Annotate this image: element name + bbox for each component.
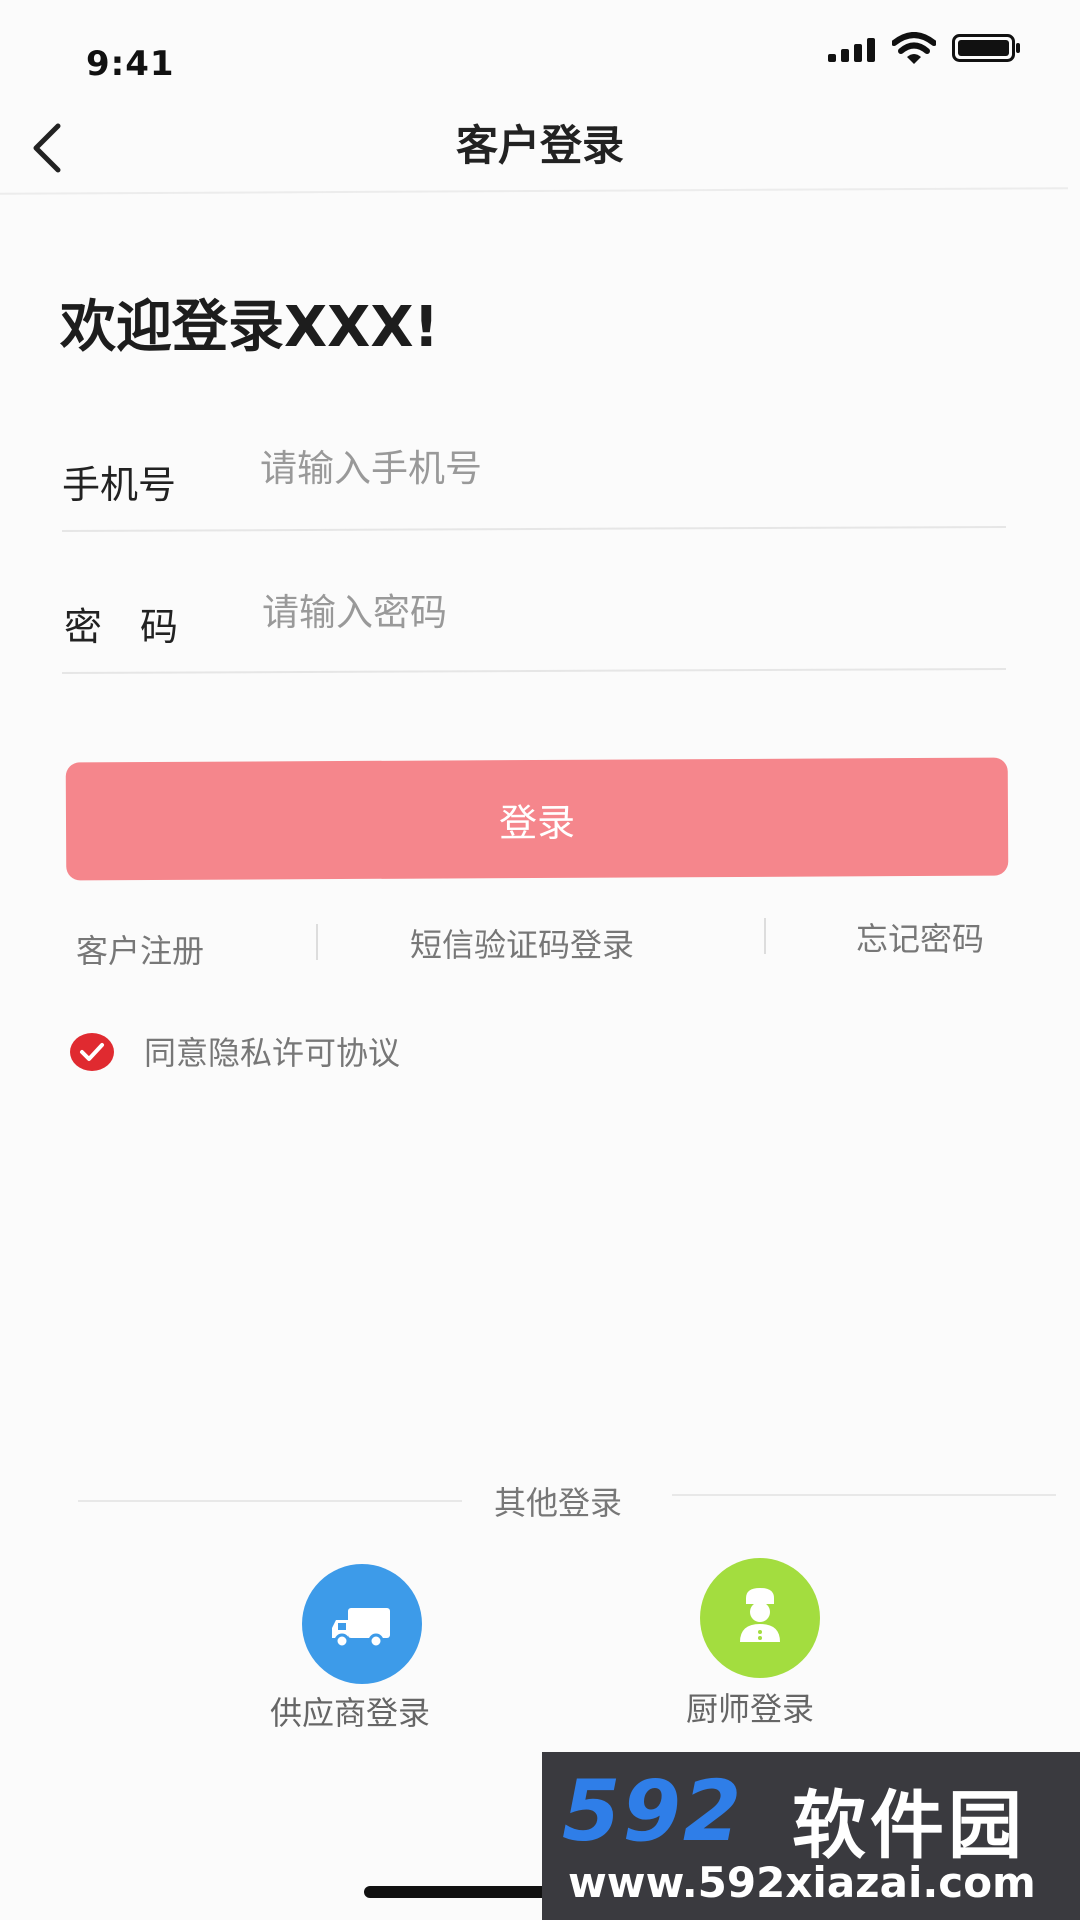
supplier-login-button[interactable] <box>302 1564 422 1684</box>
supplier-login-label[interactable]: 供应商登录 <box>270 1688 430 1734</box>
other-login-title: 其他登录 <box>494 1484 623 1522</box>
watermark-brand-name: 软件园 <box>792 1783 1026 1869</box>
login-button[interactable]: 登录 <box>65 757 1009 881</box>
agreement-text[interactable]: 同意隐私许可协议 <box>144 1028 400 1074</box>
cellular-signal-icon <box>828 38 875 62</box>
phone-input[interactable] <box>258 446 982 491</box>
wifi-icon <box>892 32 936 64</box>
status-time: 9:41 <box>86 44 175 84</box>
nav-divider <box>0 187 1068 195</box>
forgot-password-link[interactable]: 忘记密码 <box>856 914 984 960</box>
chef-login-label[interactable]: 厨师登录 <box>686 1684 814 1730</box>
link-separator <box>764 918 766 954</box>
other-login-divider-right <box>672 1494 1056 1496</box>
password-divider <box>62 667 1006 675</box>
watermark-brand-number: 592 <box>562 1762 744 1860</box>
other-login-divider-left <box>78 1500 462 1502</box>
checkbox-checked-icon[interactable] <box>70 1032 114 1072</box>
watermark-url: www.592xiazai.com <box>568 1858 1036 1907</box>
truck-icon <box>332 1608 390 1649</box>
link-separator <box>316 924 318 960</box>
password-label: 密 码 <box>64 605 179 649</box>
register-link[interactable]: 客户注册 <box>76 926 204 972</box>
page-title: 客户登录 <box>455 121 624 170</box>
sms-login-link[interactable]: 短信验证码登录 <box>410 920 634 966</box>
watermark-banner: 592 软件园 www.592xiazai.com <box>542 1752 1080 1920</box>
phone-divider <box>62 525 1006 533</box>
chef-login-button[interactable] <box>700 1558 820 1678</box>
chef-icon <box>740 1588 780 1642</box>
welcome-heading: 欢迎登录XXX! <box>60 295 440 360</box>
phone-label: 手机号 <box>62 463 177 507</box>
password-input[interactable] <box>260 590 984 635</box>
battery-icon <box>952 34 1020 62</box>
